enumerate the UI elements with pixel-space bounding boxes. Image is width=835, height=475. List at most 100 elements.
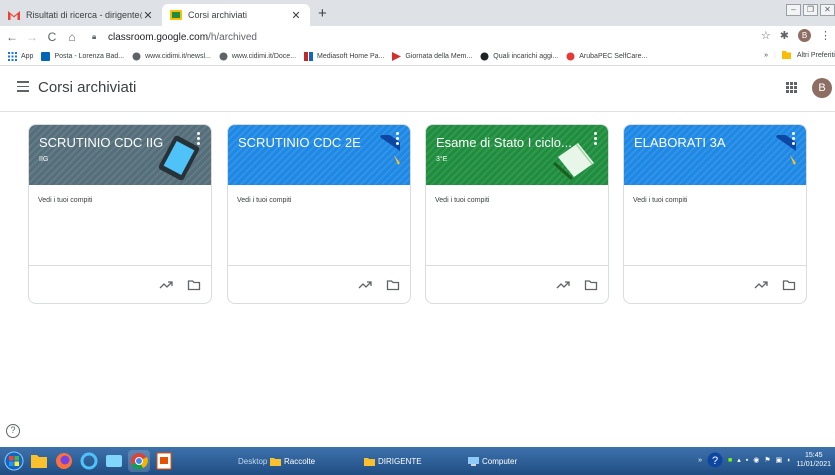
document-app-icon[interactable] (153, 450, 175, 472)
view-tasks-link[interactable]: Vedi i tuoi compiti (435, 197, 489, 204)
course-card[interactable]: ELABORATI 3A Vedi i tuoi compiti (623, 124, 807, 304)
display-icon[interactable]: ▣ (776, 456, 783, 464)
bookmark-star-icon[interactable]: ☆ (761, 29, 771, 42)
lock-icon: 🔒︎ (92, 32, 97, 41)
view-tasks-link[interactable]: Vedi i tuoi compiti (633, 197, 687, 204)
firefox-logo-icon (56, 453, 72, 469)
account-avatar[interactable]: B (812, 78, 832, 98)
tab-title: Corsi archiviati (188, 10, 248, 20)
course-banner[interactable]: Esame di Stato I ciclo... 3°E (426, 125, 608, 185)
taskbar-dirigente[interactable]: DIRIGENTE (364, 452, 422, 470)
course-banner[interactable]: SCRUTINIO CDC 2E (228, 125, 410, 185)
course-name[interactable]: SCRUTINIO CDC IIG (39, 135, 183, 150)
restore-button[interactable]: ❐ (803, 4, 818, 16)
signal-icon[interactable]: ▴ (737, 456, 741, 464)
system-tray: » ? ■ ▴ ▪ ◉ ⚑ ▣ ◐ 15:45 11/01/2021 (698, 451, 831, 469)
browser-toolbar: ← → C ⌂ 🔒︎ classroom.google.com/h/archiv… (0, 26, 835, 48)
more-options-icon[interactable] (594, 132, 598, 147)
bookmark-item[interactable]: Quali incarichi aggi... (480, 52, 558, 61)
course-banner[interactable]: SCRUTINIO CDC IIG IIG (29, 125, 211, 185)
volume-icon[interactable]: ◐ (787, 457, 791, 464)
help-circle-icon[interactable]: ? (707, 452, 723, 468)
close-tab-icon[interactable]: ✕ (142, 9, 154, 22)
media-folder-icon (106, 455, 122, 467)
close-tab-icon[interactable]: ✕ (290, 9, 302, 22)
apps-grid-icon (8, 52, 17, 61)
bookmark-item[interactable]: ArubaPEC SelfCare... (566, 52, 647, 61)
bookmark-item[interactable]: Posta - Lorenza Bad... (41, 52, 124, 61)
bookmarks-overflow-button[interactable]: » (764, 52, 768, 59)
folder-icon[interactable] (584, 278, 598, 292)
reload-icon[interactable]: C (44, 30, 60, 44)
google-apps-icon[interactable] (786, 82, 797, 93)
taskbar-label: Raccolte (284, 456, 316, 466)
help-icon[interactable]: ? (6, 424, 20, 438)
antivirus-icon[interactable]: ■ (728, 457, 732, 464)
bookmark-item[interactable]: www.cidimi.it/newsl... (132, 52, 211, 61)
folder-icon (31, 455, 47, 468)
back-arrow-icon[interactable]: ← (4, 30, 20, 44)
more-options-icon[interactable] (396, 132, 400, 147)
new-tab-button[interactable]: + (318, 5, 327, 22)
system-clock[interactable]: 15:45 11/01/2021 (796, 451, 831, 469)
course-card[interactable]: SCRUTINIO CDC 2E Vedi i tuoi compiti (227, 124, 411, 304)
chrome-logo-icon (131, 453, 148, 470)
trending-up-icon[interactable] (754, 278, 768, 292)
other-bookmarks[interactable]: Altri Preferiti (797, 52, 835, 59)
course-name[interactable]: SCRUTINIO CDC 2E (238, 135, 382, 150)
bookmark-item[interactable]: www.cidimi.it/Doce... (219, 52, 296, 61)
internet-explorer-icon[interactable] (78, 450, 100, 472)
close-window-button[interactable]: ✕ (820, 4, 835, 16)
folder-icon[interactable] (187, 278, 201, 292)
taskbar-desktop[interactable]: Desktop (238, 452, 267, 470)
home-icon[interactable]: ⌂ (64, 30, 80, 44)
outlook-icon (41, 52, 51, 61)
tray-overflow-button[interactable]: » (698, 457, 702, 464)
trending-up-icon[interactable] (159, 278, 173, 292)
file-explorer-icon[interactable] (28, 450, 50, 472)
windows-logo-icon (4, 451, 24, 471)
bookmarks-overflow: » | Altri Preferiti (764, 51, 835, 59)
bookmark-item[interactable]: Giornata della Mem... (392, 52, 472, 61)
more-options-icon[interactable] (197, 132, 201, 147)
view-tasks-link[interactable]: Vedi i tuoi compiti (237, 197, 291, 204)
flag-icon[interactable]: ⚑ (764, 456, 770, 464)
course-card[interactable]: Esame di Stato I ciclo... 3°E Vedi i tuo… (425, 124, 609, 304)
profile-avatar[interactable]: B (798, 29, 811, 42)
trending-up-icon[interactable] (358, 278, 372, 292)
folder-icon[interactable] (386, 278, 400, 292)
course-section: 3°E (436, 156, 448, 163)
card-footer (228, 265, 410, 303)
more-options-icon[interactable] (792, 132, 796, 147)
browser-tab-gmail[interactable]: Risultati di ricerca - dirigente@ic ✕ (0, 4, 162, 26)
bluetooth-icon[interactable]: ◉ (753, 456, 759, 464)
start-button[interactable] (3, 450, 25, 472)
browser-menu-icon[interactable]: ⋮ (820, 29, 831, 42)
trending-up-icon[interactable] (556, 278, 570, 292)
bookmark-label: www.cidimi.it/Doce... (231, 53, 297, 60)
app-header: Corsi archiviati B (0, 67, 835, 112)
course-name[interactable]: Esame di Stato I ciclo... (436, 135, 580, 150)
address-bar[interactable]: 🔒︎ classroom.google.com/h/archived (92, 29, 732, 45)
folder-icon[interactable] (782, 278, 796, 292)
taskbar-raccolte[interactable]: Raccolte (270, 452, 315, 470)
minimize-button[interactable]: – (786, 4, 801, 16)
extensions-puzzle-icon[interactable]: ✱ (780, 29, 789, 42)
network-icon[interactable]: ▪ (746, 457, 748, 464)
globe-icon (219, 52, 228, 61)
media-player-icon[interactable] (103, 450, 125, 472)
browser-tab-classroom[interactable]: Corsi archiviati ✕ (162, 4, 310, 26)
mediasoft-icon (304, 52, 314, 61)
bookmark-item[interactable]: Mediasoft Home Pa... (304, 52, 384, 61)
taskbar-label: Computer (482, 456, 518, 466)
forward-arrow-icon[interactable]: → (24, 30, 40, 44)
course-card[interactable]: SCRUTINIO CDC IIG IIG Vedi i tuoi compit… (28, 124, 212, 304)
main-menu-icon[interactable] (17, 81, 29, 95)
course-name[interactable]: ELABORATI 3A (634, 135, 778, 150)
firefox-icon[interactable] (53, 450, 75, 472)
chrome-icon[interactable] (128, 450, 150, 472)
view-tasks-link[interactable]: Vedi i tuoi compiti (38, 197, 92, 204)
taskbar-computer[interactable]: Computer (468, 452, 517, 470)
course-banner[interactable]: ELABORATI 3A (624, 125, 806, 185)
bookmark-apps[interactable]: App (8, 52, 33, 61)
